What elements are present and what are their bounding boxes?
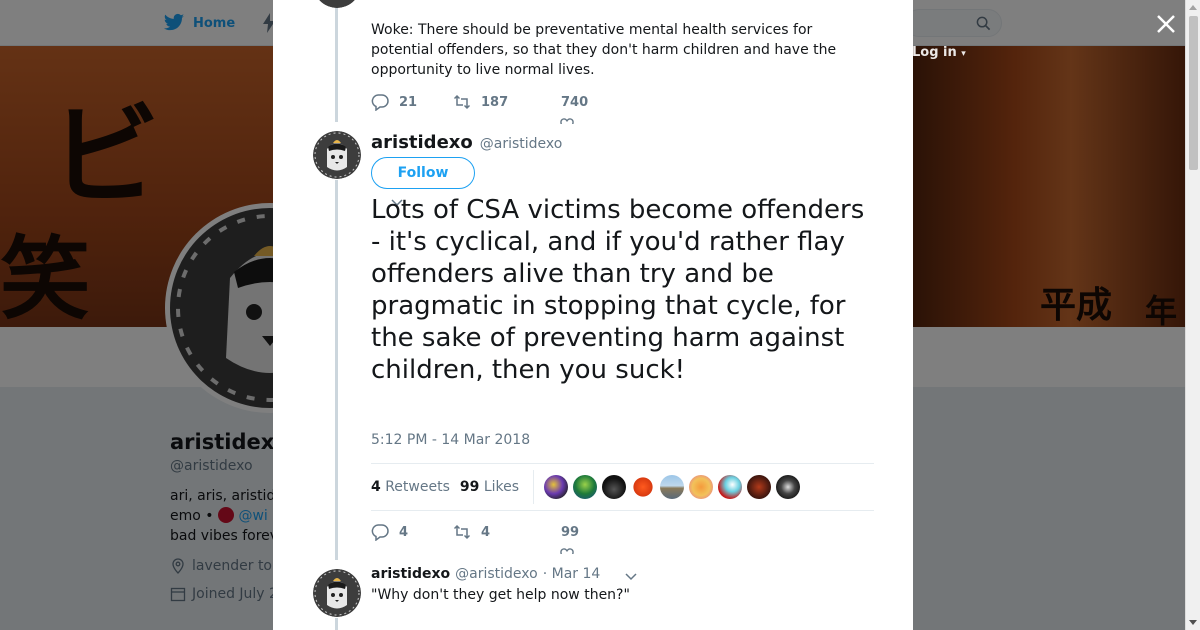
author-handle: @aristidexo [455,566,538,582]
liker-avatar[interactable] [544,475,569,499]
retweet-icon [453,94,471,110]
liker-avatar[interactable] [602,475,627,499]
divider [533,470,535,504]
scroll-up-arrow[interactable] [1189,5,1197,10]
follow-button[interactable]: Follow [371,157,475,189]
author-name: aristidexo [371,132,473,153]
close-modal-button[interactable] [1154,12,1178,36]
retweet-button[interactable]: 4 [453,523,561,541]
liker-avatar[interactable] [573,475,598,499]
liker-avatar[interactable] [631,475,656,499]
scrollbar-thumb[interactable] [1189,16,1198,170]
likes-stat[interactable]: 99 Likes [460,479,519,495]
liker-avatar[interactable] [718,475,743,499]
login-label: Log in [912,45,957,60]
tweet-author[interactable]: aristidexo @aristidexo [371,132,562,153]
tweet-text: Lots of CSA victims become offenders - i… [371,195,865,385]
liker-avatars [544,475,801,499]
reply-button[interactable]: 21 [371,93,453,111]
retweets-label: Retweets [385,479,450,495]
tweet-modal: Woke: There should be preventative menta… [273,0,913,630]
like-count: 740 [561,94,589,110]
retweet-total: 4 [371,479,381,495]
reply-date[interactable]: · Mar 14 [543,566,601,582]
thread-line [335,180,338,560]
author-name: aristidexo [371,566,451,582]
like-count: 99 [561,524,580,540]
thread-line [335,0,338,122]
reply-icon [371,94,389,111]
avatar[interactable] [313,569,361,617]
tweet-timestamp[interactable]: 5:12 PM - 14 Mar 2018 [371,432,530,448]
liker-avatar[interactable] [747,475,772,499]
reply-button[interactable]: 4 [371,523,453,541]
retweet-count: 4 [481,524,491,540]
liker-avatar[interactable] [660,475,685,499]
login-link[interactable]: Log in ▾ [912,45,966,60]
main-tweet-actions: 4 4 99 [371,523,579,541]
retweets-stat[interactable]: 4 Retweets [371,479,450,495]
liker-avatar[interactable] [689,475,714,499]
like-button[interactable]: 740 [561,95,588,110]
prev-tweet-actions: 21 187 740 [371,93,588,111]
scroll-down-arrow[interactable] [1189,620,1197,625]
likes-label: Likes [483,479,520,495]
reply-text: "Why don't they get help now then?" [371,587,630,603]
chevron-down-icon: ▾ [961,49,966,59]
reply-icon [371,524,389,541]
avatar[interactable] [313,0,361,8]
retweet-button[interactable]: 187 [453,93,561,111]
like-button[interactable]: 99 [561,525,579,540]
thread-line [335,618,338,630]
liker-avatar[interactable] [776,475,801,499]
chevron-down-icon[interactable] [625,573,637,583]
heart-icon[interactable] [560,548,574,554]
avatar[interactable] [313,131,361,179]
close-icon [1157,15,1175,33]
retweet-count: 187 [481,94,509,110]
prev-tweet-text: Woke: There should be preventative menta… [371,22,837,78]
reply-count: 21 [399,94,418,110]
like-total: 99 [459,479,480,495]
reply-count: 4 [399,524,409,540]
reply-author[interactable]: aristidexo @aristidexo · Mar 14 [371,566,600,582]
retweet-icon [453,524,471,540]
author-handle: @aristidexo [479,136,563,152]
heart-icon[interactable] [560,118,574,124]
tweet-stats: 4 Retweets 99 Likes [371,463,874,511]
page-scrollbar[interactable] [1185,0,1200,630]
